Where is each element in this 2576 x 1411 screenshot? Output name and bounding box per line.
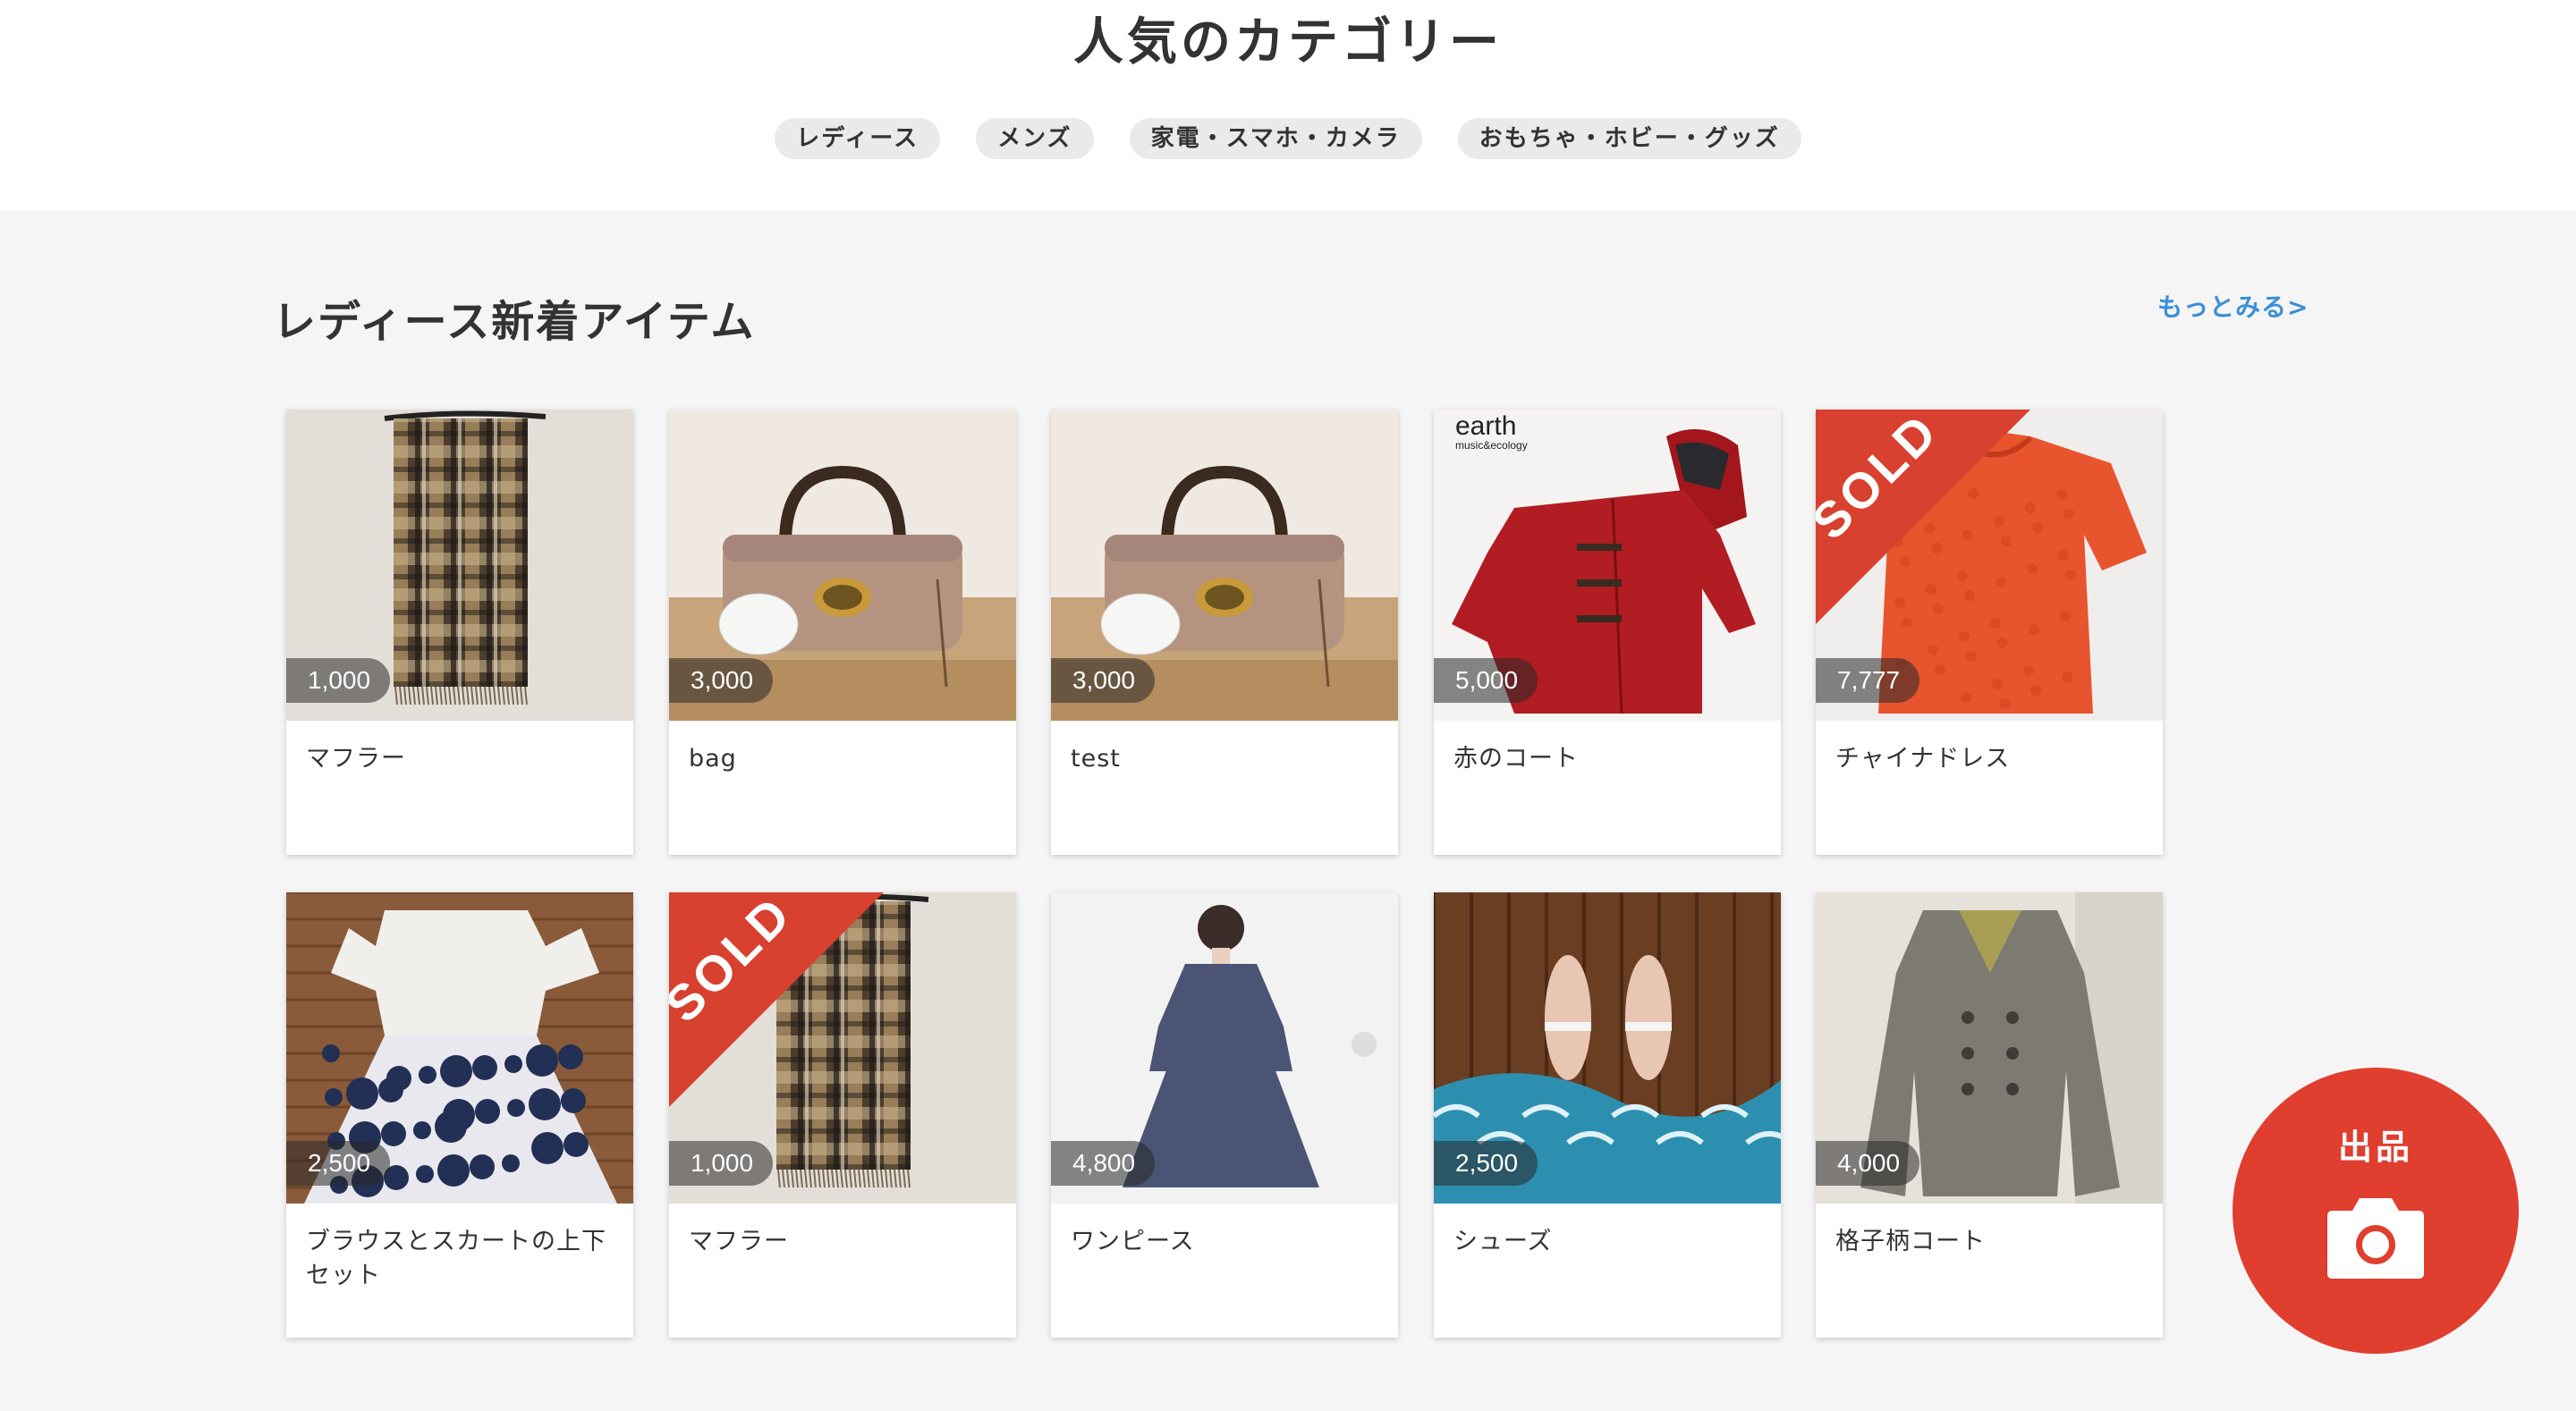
svg-text:music&ecology: music&ecology xyxy=(1455,439,1528,452)
item-name: 赤のコート xyxy=(1453,745,1579,773)
item-card[interactable]: earth music&ecology 5,000 赤のコート xyxy=(1434,410,1781,855)
sold-ribbon: SOLD xyxy=(669,892,884,1111)
sell-button-label: 出品 xyxy=(2337,1128,2413,1167)
item-card[interactable]: 1,000 マフラー xyxy=(286,410,633,855)
item-price: 5,000 xyxy=(1434,658,1538,703)
item-name: test xyxy=(1071,745,1121,773)
item-card[interactable]: 4,800 ワンピース xyxy=(1051,892,1398,1338)
item-price: 1,000 xyxy=(286,658,391,703)
item-name: チャイナドレス xyxy=(1835,745,2011,773)
item-price: 3,000 xyxy=(1051,658,1156,703)
item-name: ワンピース xyxy=(1071,1228,1195,1255)
chip-ladies[interactable]: レディース xyxy=(775,118,941,159)
sell-button[interactable]: 出品 xyxy=(2233,1068,2519,1354)
item-name: マフラー xyxy=(689,1228,789,1255)
category-header: 人気のカテゴリー レディース メンズ 家電・スマホ・カメラ おもちゃ・ホビー・グ… xyxy=(0,0,2576,211)
chip-mens[interactable]: メンズ xyxy=(976,118,1094,159)
item-card[interactable]: SOLD 7,777 チャイナドレス xyxy=(1816,410,2163,855)
item-card[interactable]: 3,000 bag xyxy=(669,410,1016,855)
item-price: 2,500 xyxy=(1434,1141,1538,1186)
chip-toys-hobby[interactable]: おもちゃ・ホビー・グッズ xyxy=(1457,118,1801,159)
item-name: ブラウスとスカートの上下セット xyxy=(306,1228,606,1289)
chip-electronics[interactable]: 家電・スマホ・カメラ xyxy=(1129,118,1422,159)
item-card[interactable]: 3,000 test xyxy=(1051,410,1398,855)
item-card[interactable]: 4,000 格子柄コート xyxy=(1816,892,2163,1338)
item-price: 3,000 xyxy=(669,658,774,703)
see-more-link[interactable]: もっとみる> xyxy=(2157,288,2309,327)
item-name: bag xyxy=(689,745,737,773)
category-title: 人気のカテゴリー xyxy=(1073,13,1503,72)
item-price: 7,777 xyxy=(1816,658,1920,703)
item-name: シューズ xyxy=(1453,1228,1553,1255)
svg-text:earth: earth xyxy=(1455,411,1516,441)
item-price: 2,500 xyxy=(286,1141,391,1186)
item-price: 1,000 xyxy=(669,1141,774,1186)
item-card[interactable]: 2,500 ブラウスとスカートの上下セット xyxy=(286,892,633,1338)
item-card[interactable]: SOLD 1,000 マフラー xyxy=(669,892,1016,1338)
camera-icon xyxy=(2327,1198,2424,1279)
item-name: 格子柄コート xyxy=(1835,1228,1986,1255)
item-name: マフラー xyxy=(306,745,406,773)
section-title: レディース新着アイテム xyxy=(273,297,756,347)
item-card[interactable]: 2,500 シューズ xyxy=(1434,892,1781,1338)
item-price: 4,800 xyxy=(1051,1141,1156,1186)
sold-ribbon: SOLD xyxy=(1816,410,2030,628)
category-chips: レディース メンズ 家電・スマホ・カメラ おもちゃ・ホビー・グッズ xyxy=(0,118,2576,159)
item-price: 4,000 xyxy=(1816,1141,1920,1186)
